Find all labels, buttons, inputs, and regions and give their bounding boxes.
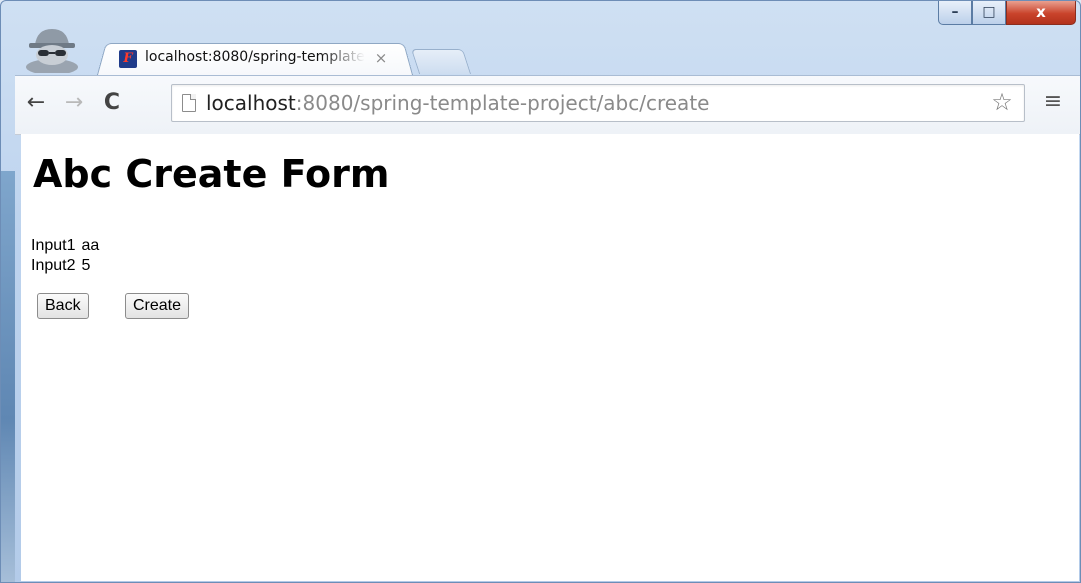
close-icon: x	[1036, 3, 1046, 21]
page-icon	[182, 94, 196, 112]
url-host: localhost	[206, 91, 296, 115]
browser-window: F localhost:8080/spring-template-project…	[0, 0, 1081, 583]
back-arrow-icon[interactable]: ←	[21, 88, 51, 118]
close-window-button[interactable]: x	[1006, 1, 1076, 25]
address-bar[interactable]: localhost:8080/spring-template-project/a…	[171, 84, 1025, 122]
reload-icon[interactable]: C	[97, 88, 127, 118]
minimize-button[interactable]: –	[938, 1, 972, 25]
url-path: :8080/spring-template-project/abc/create	[295, 91, 710, 115]
field-label: Input1	[31, 237, 76, 254]
field-value: aa	[81, 237, 100, 254]
page-content: Abc Create Form Input1 aa Input2 5 Back Cr…	[21, 134, 1079, 581]
address-url[interactable]: localhost:8080/spring-template-project/a…	[206, 89, 709, 117]
bookmark-star-icon[interactable]: ☆	[988, 88, 1016, 116]
minimize-icon: –	[951, 4, 959, 20]
field-value: 5	[81, 257, 91, 274]
tab-title: localhost:8080/spring-template-project/a…	[145, 49, 365, 65]
favicon-icon: F	[119, 50, 137, 68]
desktop-background-strip	[1, 171, 15, 582]
forward-arrow-icon[interactable]: →	[59, 88, 89, 118]
page-title: Abc Create Form	[33, 152, 390, 196]
browser-toolbar: ← → C localhost:8080/spring-template-pro…	[15, 75, 1080, 135]
field-row-input2: Input2 5	[31, 257, 90, 275]
create-button[interactable]: Create	[125, 293, 190, 319]
back-button[interactable]: Back	[37, 293, 89, 319]
tab-active[interactable]: F localhost:8080/spring-template-project…	[97, 41, 413, 75]
tab-close-icon[interactable]: ×	[373, 49, 389, 67]
field-row-input1: Input1 aa	[31, 237, 99, 255]
incognito-icon	[26, 29, 78, 73]
maximize-icon: □	[982, 4, 996, 20]
field-label: Input2	[31, 257, 76, 274]
maximize-button[interactable]: □	[972, 1, 1006, 25]
new-tab-button[interactable]	[410, 49, 472, 74]
menu-icon[interactable]: ≡	[1041, 90, 1065, 114]
